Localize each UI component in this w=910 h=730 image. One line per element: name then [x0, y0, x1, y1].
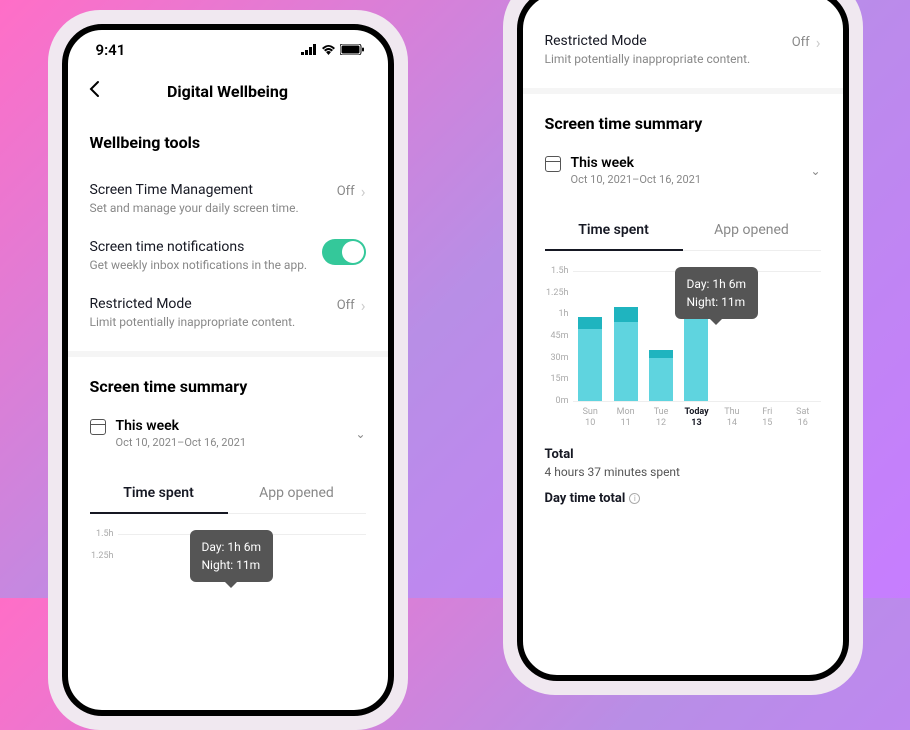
tab-app-opened[interactable]: App opened: [228, 475, 366, 513]
tooltip-night: Night: 11m: [687, 293, 746, 311]
y-tick: 1h: [558, 309, 568, 319]
chevron-right-icon: ›: [816, 33, 821, 52]
setting-desc: Get weekly inbox notifications in the ap…: [90, 258, 322, 272]
summary-heading: Screen time summary: [545, 114, 821, 133]
x-tick: Thu14: [720, 407, 744, 429]
setting-desc: Limit potentially inappropriate content.: [545, 52, 792, 66]
setting-label: Screen time notifications: [90, 239, 322, 255]
chart-container: Day: 1h 6m Night: 11m 1.5h 1.25h: [90, 534, 366, 664]
y-tick: 1.25h: [546, 288, 569, 298]
x-tick: Mon11: [614, 407, 638, 429]
setting-value: Off: [792, 35, 810, 50]
x-tick: Today13: [684, 407, 708, 429]
wellbeing-tools-heading: Wellbeing tools: [90, 133, 366, 152]
setting-screen-time-notifications[interactable]: Screen time notifications Get weekly inb…: [90, 227, 366, 284]
setting-label: Screen Time Management: [90, 182, 337, 198]
bar-night-segment: [614, 307, 638, 321]
total-value: 4 hours 37 minutes spent: [545, 465, 821, 479]
bar-day-segment: [578, 329, 602, 401]
tooltip-night: Night: 11m: [202, 556, 261, 574]
bar[interactable]: [755, 271, 779, 401]
tab-time-spent[interactable]: Time spent: [545, 212, 683, 250]
x-tick: Sun10: [578, 407, 602, 429]
summary-tabs: Time spent App opened: [90, 475, 366, 514]
chart-container: 1.5h 1.25h 1h 45m 30m 15m 0m Day: 1h 6m …: [545, 271, 821, 429]
chevron-down-icon: ⌄: [355, 427, 365, 441]
period-selector[interactable]: This week Oct 10, 2021–Oct 16, 2021 ⌄: [545, 149, 821, 190]
status-bar: 9:41: [68, 30, 388, 70]
period-range: Oct 10, 2021–Oct 16, 2021: [571, 173, 702, 186]
chevron-right-icon: ›: [361, 296, 366, 315]
y-axis: 1.5h 1.25h: [90, 534, 118, 664]
y-tick: 1.5h: [96, 529, 113, 539]
setting-screen-time-management[interactable]: Screen Time Management Set and manage yo…: [90, 170, 366, 227]
summary-tabs: Time spent App opened: [545, 212, 821, 251]
period-label: This week: [116, 418, 247, 434]
bar-night-segment: [649, 350, 673, 357]
section-divider: [523, 88, 843, 94]
chart-tooltip: Day: 1h 6m Night: 11m: [190, 530, 273, 582]
back-button[interactable]: [88, 79, 100, 104]
bar[interactable]: [649, 271, 673, 401]
status-time: 9:41: [96, 41, 126, 59]
bar-night-segment: [578, 317, 602, 329]
x-tick: Tue12: [649, 407, 673, 429]
y-tick: 30m: [550, 353, 568, 363]
y-tick: 0m: [556, 396, 569, 406]
y-tick: 45m: [550, 331, 568, 341]
x-tick: Sat16: [791, 407, 815, 429]
x-tick: Fri15: [755, 407, 779, 429]
setting-restricted-mode[interactable]: Restricted Mode Limit potentially inappr…: [90, 284, 366, 341]
status-icons: [301, 41, 364, 59]
wifi-icon: [321, 41, 336, 59]
day-total-label: Day time total: [545, 491, 626, 506]
setting-value: Off: [337, 184, 355, 199]
y-axis: 1.5h 1.25h 1h 45m 30m 15m 0m: [545, 271, 573, 401]
battery-icon: [340, 41, 364, 59]
tab-time-spent[interactable]: Time spent: [90, 475, 228, 513]
bar[interactable]: [791, 271, 815, 401]
setting-desc: Limit potentially inappropriate content.: [90, 315, 337, 329]
signal-icon: [301, 41, 317, 59]
section-divider: [68, 351, 388, 357]
tooltip-day: Day: 1h 6m: [202, 538, 261, 556]
x-axis: Sun10 Mon11 Tue12 Today13 Thu14 Fri15 Sat16: [545, 407, 821, 429]
calendar-icon: [90, 419, 106, 435]
chart-tooltip: Day: 1h 6m Night: 11m: [675, 267, 758, 319]
summary-heading: Screen time summary: [90, 377, 366, 396]
period-label: This week: [571, 155, 702, 171]
chevron-down-icon: ⌄: [810, 164, 820, 178]
bar[interactable]: [614, 271, 638, 401]
setting-desc: Set and manage your daily screen time.: [90, 201, 337, 215]
bar-day-segment: [614, 322, 638, 401]
bar-day-segment: [684, 306, 708, 401]
toggle-switch[interactable]: [322, 239, 366, 265]
chevron-right-icon: ›: [361, 182, 366, 201]
setting-restricted-mode[interactable]: Restricted Mode Limit potentially inappr…: [545, 13, 821, 78]
period-selector[interactable]: This week Oct 10, 2021–Oct 16, 2021 ⌄: [90, 412, 366, 453]
setting-value: Off: [337, 298, 355, 313]
info-icon[interactable]: i: [629, 493, 640, 504]
y-tick: 1.25h: [91, 551, 114, 561]
setting-label: Restricted Mode: [90, 296, 337, 312]
setting-label: Restricted Mode: [545, 33, 792, 49]
grid-line: [573, 401, 821, 402]
bar-day-segment: [649, 358, 673, 401]
y-tick: 1.5h: [551, 266, 568, 276]
page-title: Digital Wellbeing: [167, 82, 288, 101]
total-label: Total: [545, 447, 821, 462]
bar[interactable]: [578, 271, 602, 401]
tooltip-day: Day: 1h 6m: [687, 275, 746, 293]
page-header: Digital Wellbeing: [68, 70, 388, 113]
period-range: Oct 10, 2021–Oct 16, 2021: [116, 436, 247, 449]
y-tick: 15m: [550, 374, 568, 384]
tab-app-opened[interactable]: App opened: [683, 212, 821, 250]
totals-section: Total 4 hours 37 minutes spent Day time …: [545, 447, 821, 506]
calendar-icon: [545, 156, 561, 172]
